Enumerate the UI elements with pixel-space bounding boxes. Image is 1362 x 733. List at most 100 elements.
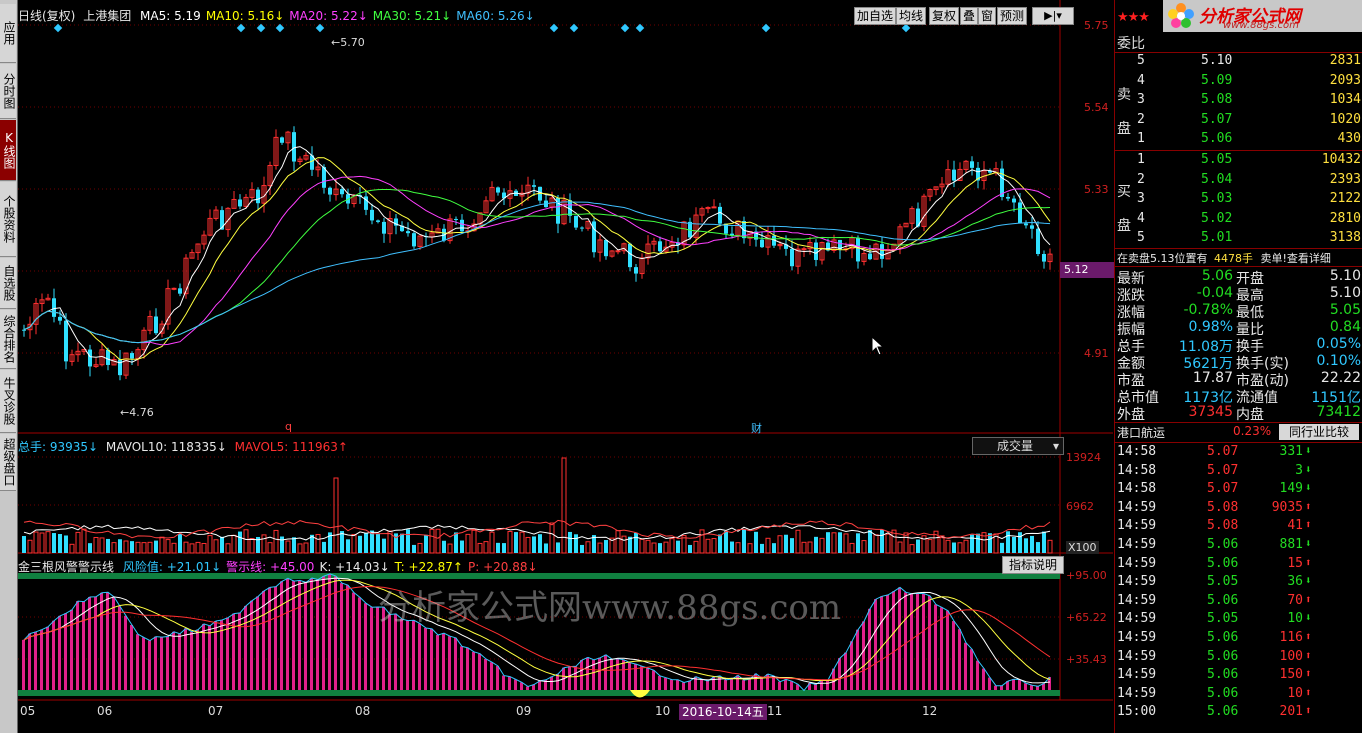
tab-0[interactable]: 应用 [0,4,16,63]
tick-price: 5.08 [1207,518,1239,534]
toolbar-button-0[interactable]: 加自选 [854,7,897,25]
indicator-axis-35: +35.43 [1066,653,1107,666]
sell-level-row[interactable]: 3 5.08 1034 [1115,92,1361,111]
volume-axis-top: 13924 [1066,451,1101,464]
tick-volume: 150 [1279,667,1303,683]
tick-volume: 100 [1279,648,1303,664]
sell-level-row[interactable]: 4 5.09 2093 [1115,73,1361,92]
tick-price: 5.06 [1207,648,1239,664]
arrow-up-icon: ⬆ [1305,648,1312,662]
tick-volume: 41 [1287,518,1303,534]
tick-volume: 149 [1279,481,1303,497]
tick-volume: 36 [1287,574,1303,590]
date-axis-label: 06 [97,704,113,718]
date-axis-label: 08 [355,704,371,718]
scroll-arrows[interactable]: ▶|▾ [1032,7,1074,25]
tick-volume: 3 [1295,462,1303,478]
toolbar-button-2[interactable]: 复权 [929,7,960,25]
arrow-up-icon: ⬆ [1305,685,1312,699]
sector-bar: 港口航运 0.23% 同行业比较 [1115,423,1362,442]
volume-indicator-dropdown[interactable]: 成交量 ▾ [972,437,1064,455]
tab-3[interactable]: 个股资料 [0,182,16,257]
price-axis-label: 5.33 [1084,183,1109,196]
level-number: 2 [1137,111,1145,127]
tick-row: 14:59 5.06 100 ⬆ [1115,649,1355,668]
toolbar-button-3[interactable]: 叠 [960,7,979,25]
tick-row: 14:58 5.07 3 ⬇ [1115,463,1355,482]
tick-time: 14:59 [1117,555,1157,571]
level-number: 3 [1137,92,1145,108]
tick-price: 5.07 [1207,462,1239,478]
toolbar-button-5[interactable]: 预测 [997,7,1028,25]
date-axis-label: 11 [767,704,783,718]
tick-price: 5.05 [1207,574,1239,590]
tick-price: 5.08 [1207,499,1239,515]
tab-5[interactable]: 综合排名 [0,310,16,369]
tick-price: 5.06 [1207,667,1239,683]
tab-6[interactable]: 牛叉诊股 [0,370,16,433]
sell-level-row[interactable]: 1 5.06 430 [1115,131,1361,150]
tick-row: 14:58 5.07 149 ⬇ [1115,481,1355,500]
sell-level-row[interactable]: 2 5.07 1020 [1115,111,1361,131]
quote-value-2: 5.10 [1329,268,1361,284]
ma-label-3: MA30: 5.21↓ [372,9,452,23]
watermark: 分析家公式网www.88gs.com [378,588,842,628]
price-axis-label: 5.75 [1084,19,1109,32]
tab-1[interactable]: 分时图 [0,64,16,119]
tick-time: 14:59 [1117,611,1157,627]
flower-logo-icon [1168,3,1194,28]
quote-value: 37345 [1188,404,1233,420]
buy-level-row[interactable]: 2 5.04 2393 [1115,171,1361,191]
price-axis-label: 5.54 [1084,101,1109,114]
tick-volume: 331 [1279,444,1303,459]
tick-volume: 10 [1287,685,1303,701]
event-marker-finance[interactable]: 财 [751,420,762,436]
quote-panel: ★★★ 分析家公式网 www.88gs.com 委比 卖盘 买盘 5 5.10 28… [1114,0,1362,733]
tick-row: 14:59 5.08 9035 ⬆ [1115,500,1355,519]
buy-level-row[interactable]: 5 5.01 3138 [1115,230,1361,249]
date-axis-label: 12 [922,704,938,718]
sell-level-row[interactable]: 5 5.10 2831 [1115,53,1361,72]
level-number: 2 [1137,171,1145,187]
buy-level-row[interactable]: 3 5.03 2122 [1115,191,1361,210]
arrow-up-icon: ⬆ [1305,499,1312,513]
date-axis-label: 09 [516,704,532,718]
toolbar-button-1[interactable]: 均线 [896,7,927,25]
indicator-help-button[interactable]: 指标说明 [1002,556,1064,574]
quote-value-2: 22.22 [1320,370,1361,386]
level-volume: 2810 [1329,210,1361,226]
level-price: 5.06 [1201,131,1233,147]
quote-value-2: 5.05 [1329,302,1361,318]
arrow-up-icon: ⬆ [1305,555,1312,569]
toolbar-button-4[interactable]: 窗 [978,7,997,25]
chart-area[interactable]: 日线(复权) 上港集团 MA5: 5.19 MA10: 5.16↓ MA20: 5.… [18,0,1116,733]
tab-2[interactable]: K线图 [0,120,16,181]
tick-row: 14:59 5.06 116 ⬆ [1115,630,1355,649]
tick-time: 14:59 [1117,667,1157,683]
indicator-value-3: T: +22.87↑ [394,560,463,574]
tab-7[interactable]: 超级盘口 [0,434,16,491]
industry-compare-button[interactable]: 同行业比较 [1279,424,1359,440]
level-number: 1 [1137,152,1145,167]
tick-volume: 10 [1287,611,1303,627]
tick-price: 5.05 [1207,611,1239,627]
indicator-axis-95: +95.00 [1066,569,1107,582]
tick-row: 15:00 5.06 201 ⬆ [1115,704,1355,723]
quote-value-2: 0.05% [1316,336,1361,352]
tick-price: 5.06 [1207,537,1239,552]
arrow-up-icon: ⬆ [1305,630,1312,643]
mavol5-label: MAVOL5: 111963↑ [234,440,348,454]
tick-time: 15:00 [1117,704,1157,720]
buy-level-row[interactable]: 4 5.02 2810 [1115,211,1361,230]
level-number: 1 [1137,131,1145,147]
event-marker-q[interactable]: q [285,420,292,433]
buy-level-row[interactable]: 1 5.05 10432 [1115,152,1361,171]
indicator-value-1: 警示线: +45.00 [226,560,315,574]
indicator-axis-65: +65.22 [1066,611,1107,624]
quote-value: 0.98% [1188,319,1233,335]
tick-row: 14:59 5.06 150 ⬆ [1115,667,1355,686]
tab-4[interactable]: 自选股 [0,258,16,309]
order-notice[interactable]: 在卖盘5.13位置有 4478手 卖单!查看详细 [1117,250,1331,266]
tick-time: 14:58 [1117,444,1157,459]
volume-header: 总手: 93935↓ MAVOL10: 118335↓ MAVOL5: 1119… [18,438,348,455]
